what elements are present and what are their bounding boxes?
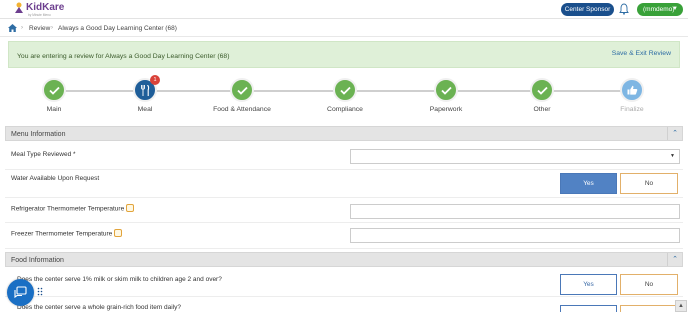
user-label: (mmdemo) <box>643 6 675 13</box>
chevron-up-icon[interactable]: ⌃ <box>667 127 682 140</box>
step-compliance[interactable]: Compliance <box>305 78 385 113</box>
step-paperwork-label: Paperwork <box>429 106 463 113</box>
grain-question-row: Does the center serve a whole grain-rich… <box>5 297 683 312</box>
freezer-temp-label: Freezer Thermometer Temperature <box>11 229 123 238</box>
meal-type-row: Meal Type Reviewed * ▼ <box>5 143 683 170</box>
drag-handle-icon[interactable] <box>37 287 43 296</box>
step-finalize-circle <box>620 78 644 102</box>
step-meal[interactable]: 1 Meal <box>105 75 185 113</box>
milk-question-label: Does the center serve 1% milk or skim mi… <box>17 276 222 283</box>
step-meal-label: Meal <box>137 106 153 113</box>
check-icon <box>440 86 452 95</box>
fridge-temp-label: Refrigerator Thermometer Temperature <box>11 204 135 213</box>
section-title: Food Information <box>11 257 64 264</box>
step-paperwork-circle <box>434 78 458 102</box>
review-banner: You are entering a review for Always a G… <box>8 41 680 68</box>
notification-bell-icon[interactable] <box>619 3 629 15</box>
step-other-label: Other <box>533 106 551 113</box>
step-meal-circle: 1 <box>133 75 160 102</box>
banner-message: You are entering a review for Always a G… <box>17 53 230 60</box>
step-meal-badge: 1 <box>150 75 160 85</box>
step-main-label: Main <box>46 106 62 113</box>
breadcrumb-separator: › <box>21 25 23 31</box>
step-compliance-circle <box>333 78 357 102</box>
freezer-temp-row: Freezer Thermometer Temperature <box>5 223 683 249</box>
user-menu-button[interactable]: (mmdemo) ▼ <box>637 3 683 16</box>
section-title: Menu Information <box>11 131 66 138</box>
scroll-to-top-button[interactable]: ▲ <box>675 300 687 312</box>
logo-mark-icon <box>15 2 23 13</box>
breadcrumb-center: Always a Good Day Learning Center (68) <box>58 25 177 32</box>
brand-name: KidKare <box>26 2 65 13</box>
milk-yes-button[interactable]: Yes <box>560 274 617 295</box>
meal-type-label: Meal Type Reviewed * <box>11 151 76 158</box>
caret-down-icon: ▼ <box>670 153 675 159</box>
step-other[interactable]: Other <box>502 78 582 113</box>
center-sponsor-button[interactable]: Center Sponsor <box>561 3 614 16</box>
grain-no-button[interactable] <box>620 305 678 312</box>
freezer-temp-input[interactable] <box>350 228 680 243</box>
check-icon <box>339 86 351 95</box>
step-other-circle <box>530 78 554 102</box>
check-icon <box>48 86 60 95</box>
check-icon <box>536 86 548 95</box>
milk-no-button[interactable]: No <box>620 274 678 295</box>
save-exit-review-link[interactable]: Save & Exit Review <box>612 50 671 57</box>
chevron-up-icon[interactable]: ⌃ <box>667 253 682 266</box>
water-yes-button[interactable]: Yes <box>560 173 617 194</box>
step-finalize-label: Finalize <box>620 106 644 113</box>
step-food-circle <box>230 78 254 102</box>
step-food-label: Food & Attendance <box>213 106 271 113</box>
lightbulb-hint-icon[interactable] <box>114 229 123 237</box>
step-finalize[interactable]: Finalize <box>592 78 672 113</box>
fridge-temp-text: Refrigerator Thermometer Temperature <box>11 205 125 213</box>
grain-yes-button[interactable] <box>560 305 617 312</box>
water-label: Water Available Upon Request <box>11 175 100 182</box>
chat-icon <box>14 286 27 299</box>
home-icon[interactable] <box>8 24 17 32</box>
step-main-circle <box>42 78 66 102</box>
chevron-down-icon: ▼ <box>672 6 678 12</box>
thumbs-up-icon <box>627 85 637 95</box>
check-icon <box>236 86 248 95</box>
fridge-temp-input[interactable] <box>350 204 680 219</box>
food-information-header[interactable]: Food Information ⌃ <box>5 252 683 267</box>
chat-button[interactable] <box>7 279 34 306</box>
step-paperwork[interactable]: Paperwork <box>406 78 486 113</box>
breadcrumb-separator: › <box>51 25 53 31</box>
grain-question-label: Does the center serve a whole grain-rich… <box>17 304 182 311</box>
meal-type-select[interactable]: ▼ <box>350 149 680 164</box>
breadcrumb-review[interactable]: Review <box>29 25 50 32</box>
utensils-icon <box>141 84 150 96</box>
lightbulb-hint-icon[interactable] <box>126 204 135 212</box>
step-main[interactable]: Main <box>14 78 94 113</box>
brand-tagline: by Minute Menu <box>28 13 51 17</box>
water-row: Water Available Upon Request Yes No <box>5 170 683 198</box>
top-bar: KidKare by Minute Menu Center Sponsor (m… <box>0 0 688 19</box>
breadcrumb: › Review › Always a Good Day Learning Ce… <box>0 20 688 37</box>
milk-question-row: Does the center serve 1% milk or skim mi… <box>5 269 683 297</box>
review-stepper: Main 1 Meal Food & Attendance Compliance… <box>0 70 688 120</box>
fridge-temp-row: Refrigerator Thermometer Temperature <box>5 198 683 223</box>
water-no-button[interactable]: No <box>620 173 678 194</box>
freezer-temp-text: Freezer Thermometer Temperature <box>11 230 113 238</box>
step-food-attendance[interactable]: Food & Attendance <box>202 78 282 113</box>
menu-information-header[interactable]: Menu Information ⌃ <box>5 126 683 141</box>
step-compliance-label: Compliance <box>327 106 363 113</box>
